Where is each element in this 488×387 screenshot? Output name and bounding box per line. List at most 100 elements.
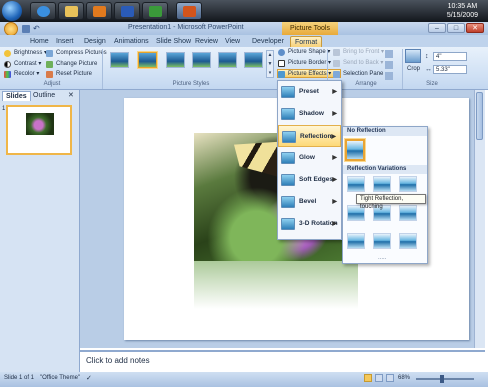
picture-style-thumb[interactable]	[244, 52, 263, 68]
reflection-variation-option[interactable]	[347, 233, 365, 249]
bring-to-front-label: Bring to Front	[343, 49, 380, 55]
picture-effects-button[interactable]: Picture Effects ▾	[277, 69, 341, 78]
tab-developer[interactable]: Developer	[248, 36, 288, 47]
tab-animations[interactable]: Animations	[110, 36, 153, 47]
tab-format[interactable]: Format	[290, 36, 323, 47]
reflection-variation-option[interactable]	[347, 176, 365, 192]
no-reflection-header: No Reflection	[343, 127, 427, 136]
status-slide: Slide 1 of 1	[4, 375, 35, 381]
taskbar-media-button[interactable]	[86, 2, 112, 20]
menu-item-reflection[interactable]: Reflection ▶	[278, 125, 341, 147]
normal-view-icon[interactable]	[364, 374, 372, 382]
recolor-button[interactable]: Recolor ▾	[4, 70, 39, 79]
menu-item-shadow[interactable]: Shadow ▶	[278, 103, 341, 125]
compress-label: Compress Pictures	[56, 50, 107, 56]
group-icon[interactable]	[385, 61, 393, 69]
height-field[interactable]: 4"	[433, 52, 467, 61]
taskbar-powerpoint-button[interactable]	[176, 2, 202, 20]
tab-outline[interactable]: Outline	[30, 91, 58, 101]
taskbar-ie-button[interactable]	[30, 2, 56, 20]
undo-icon[interactable]: ↶	[33, 25, 41, 33]
tab-slide-show[interactable]: Slide Show	[152, 36, 195, 47]
menu-item-3d-rotation[interactable]: 3-D Rotation ▶	[278, 213, 341, 235]
reset-picture-button[interactable]: Reset Picture	[46, 70, 92, 79]
submenu-arrow-icon: ▶	[332, 111, 337, 117]
styles-gallery-scroll[interactable]: ▲ ▼ ▾	[266, 50, 274, 78]
submenu-arrow-icon: ▶	[332, 221, 337, 227]
window-title: Presentation1 - Microsoft PowerPoint	[128, 24, 244, 31]
shadow-label: Shadow	[299, 110, 324, 117]
bring-to-front-button[interactable]: Bring to Front ▾	[333, 48, 384, 57]
start-button[interactable]	[2, 1, 22, 21]
effects-icon	[278, 71, 285, 78]
change-picture-button[interactable]: Change Picture	[46, 60, 97, 69]
picture-style-thumb[interactable]	[138, 52, 157, 68]
media-player-icon	[93, 6, 106, 17]
tab-home[interactable]: Home	[26, 36, 53, 47]
reflection-variation-option[interactable]	[399, 205, 417, 221]
save-icon[interactable]	[22, 25, 30, 33]
scroll-thumb[interactable]	[476, 92, 483, 140]
slide-sorter-icon[interactable]	[375, 374, 383, 382]
tab-slides[interactable]: Slides	[2, 91, 31, 101]
tab-view[interactable]: View	[221, 36, 244, 47]
tab-review[interactable]: Review	[191, 36, 222, 47]
glow-label: Glow	[299, 154, 315, 161]
slide-show-icon[interactable]	[386, 374, 394, 382]
submenu-arrow-icon: ▶	[332, 155, 337, 161]
picture-effects-label: Picture Effects	[288, 71, 327, 77]
tab-design[interactable]: Design	[80, 36, 110, 47]
recolor-label: Recolor	[14, 71, 35, 77]
maximize-button[interactable]: □	[447, 23, 465, 33]
shadow-icon	[281, 108, 295, 120]
menu-item-glow[interactable]: Glow ▶	[278, 147, 341, 169]
close-button[interactable]: ✕	[466, 23, 484, 33]
picture-style-thumb[interactable]	[192, 52, 211, 68]
selection-pane-button[interactable]: Selection Pane	[333, 70, 383, 79]
reflection-variation-option[interactable]	[399, 233, 417, 249]
compress-pictures-button[interactable]: Compress Pictures	[46, 49, 107, 58]
send-back-icon	[333, 60, 340, 67]
picture-border-button[interactable]: Picture Border ▾	[278, 59, 331, 68]
reflection-variation-option[interactable]	[373, 176, 391, 192]
no-reflection-option[interactable]	[345, 139, 365, 161]
soft-edges-label: Soft Edges	[299, 176, 333, 183]
picture-shape-button[interactable]: Picture Shape ▾	[278, 48, 330, 57]
brightness-button[interactable]: Brightness ▾	[4, 49, 47, 58]
picture-style-thumb[interactable]	[218, 52, 237, 68]
bevel-label: Bevel	[299, 198, 317, 205]
office-button[interactable]	[4, 22, 18, 36]
taskbar-explorer-button[interactable]	[58, 2, 84, 20]
border-icon	[278, 60, 285, 67]
reflection-variation-option[interactable]	[399, 176, 417, 192]
zoom-slider[interactable]	[416, 378, 474, 380]
menu-item-soft-edges[interactable]: Soft Edges ▶	[278, 169, 341, 191]
align-icon[interactable]	[385, 50, 393, 58]
crop-icon[interactable]	[405, 49, 421, 63]
taskbar-word-button[interactable]	[114, 2, 140, 20]
title-bar	[0, 22, 488, 35]
picture-style-thumb[interactable]	[166, 52, 185, 68]
change-picture-label: Change Picture	[56, 61, 98, 67]
recolor-icon	[4, 71, 11, 78]
bevel-icon	[281, 196, 295, 208]
rotate-icon[interactable]	[385, 72, 393, 80]
submenu-arrow-icon: ▶	[332, 177, 337, 183]
menu-item-bevel[interactable]: Bevel ▶	[278, 191, 341, 213]
send-to-back-button[interactable]: Send to Back ▾	[333, 59, 383, 68]
pane-close-icon[interactable]: ✕	[68, 91, 74, 99]
tab-insert[interactable]: Insert	[52, 36, 78, 47]
zoom-slider-thumb[interactable]	[440, 375, 444, 383]
spell-check-icon[interactable]: ✓	[86, 374, 92, 382]
zoom-level[interactable]: 68%	[398, 375, 410, 381]
picture-style-thumb[interactable]	[110, 52, 129, 68]
menu-item-preset[interactable]: Preset ▶	[278, 81, 341, 103]
reflection-variation-option[interactable]	[373, 233, 391, 249]
width-field[interactable]: 5.33"	[433, 65, 467, 74]
submenu-resize-grip[interactable]: .....	[378, 255, 386, 261]
minimize-button[interactable]: –	[428, 23, 446, 33]
slide-thumbnail[interactable]	[6, 105, 72, 155]
notes-pane[interactable]: Click to add notes	[80, 350, 485, 372]
taskbar-excel-button[interactable]	[142, 2, 168, 20]
contrast-button[interactable]: Contrast ▾	[4, 60, 41, 69]
